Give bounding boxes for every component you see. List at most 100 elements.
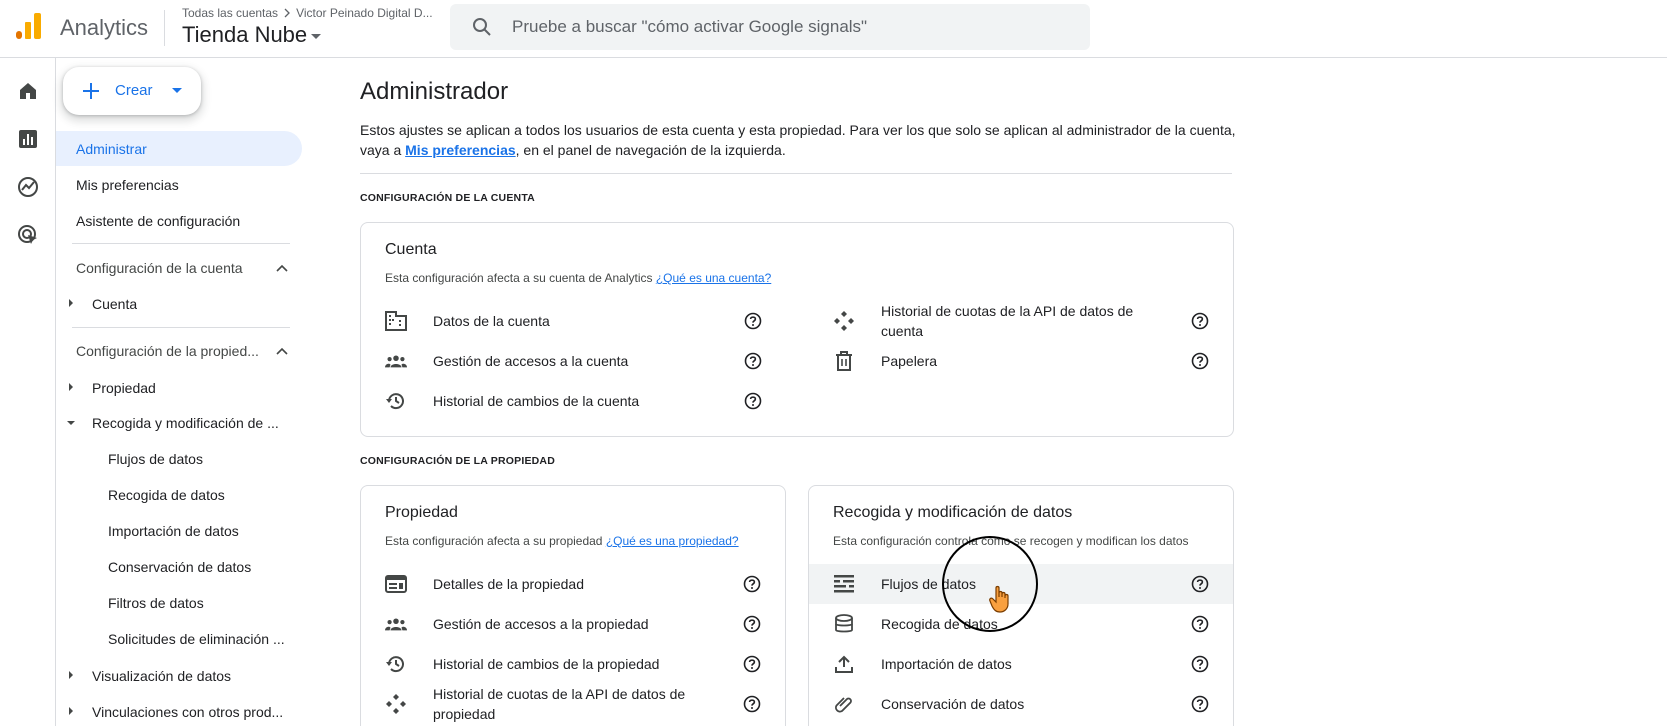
expand-vinculaciones-icon[interactable] bbox=[69, 707, 73, 715]
row-label: Historial de cuotas de la API de datos d… bbox=[433, 686, 686, 722]
chevron-up-icon[interactable] bbox=[276, 347, 288, 355]
expand-propiedad-icon[interactable] bbox=[69, 383, 73, 391]
nav-sub-solicitudes[interactable]: Solicitudes de eliminación ... bbox=[108, 631, 296, 647]
breadcrumb[interactable]: Todas las cuentas Victor Peinado Digital… bbox=[182, 6, 433, 20]
home-icon[interactable] bbox=[16, 79, 40, 103]
card-title: Propiedad bbox=[385, 504, 458, 521]
row-label: Detalles de la propiedad bbox=[433, 576, 584, 592]
nav-sub-importacion[interactable]: Importación de datos bbox=[108, 523, 239, 539]
help-icon[interactable] bbox=[743, 695, 761, 713]
help-icon[interactable] bbox=[1191, 615, 1209, 633]
top-bar: Analytics Todas las cuentas Victor Peina… bbox=[0, 0, 1667, 58]
nav-visualizacion[interactable]: Visualización de datos bbox=[92, 668, 231, 684]
data-streams-icon bbox=[833, 573, 855, 595]
que-es-cuenta-link[interactable]: ¿Qué es una cuenta? bbox=[656, 271, 771, 285]
chevron-right-icon bbox=[284, 8, 290, 18]
help-icon[interactable] bbox=[743, 615, 761, 633]
row-papelera[interactable]: Papelera bbox=[809, 341, 1233, 381]
nav-cuenta[interactable]: Cuenta bbox=[92, 296, 137, 312]
advertising-icon[interactable] bbox=[16, 223, 40, 247]
row-label: Gestión de accesos a la propiedad bbox=[433, 616, 649, 632]
desc-text-end: , en el panel de navegación de la izquie… bbox=[515, 142, 786, 158]
help-icon[interactable] bbox=[1191, 575, 1209, 593]
card-sub-text: Esta configuración afecta a su propiedad bbox=[385, 534, 606, 548]
caret-down-icon bbox=[311, 34, 322, 39]
property-name: Tienda Nube bbox=[182, 22, 308, 47]
history-icon bbox=[385, 653, 407, 675]
mis-preferencias-link[interactable]: Mis preferencias bbox=[405, 142, 516, 158]
help-icon[interactable] bbox=[1191, 352, 1209, 370]
row-label: Historial de cuotas de la API de datos d… bbox=[881, 303, 1134, 339]
nav-recogida-modificacion[interactable]: Recogida y modificación de ... bbox=[92, 415, 290, 431]
nav-sub-conservacion[interactable]: Conservación de datos bbox=[108, 559, 251, 575]
click-highlight-circle bbox=[942, 536, 1038, 632]
nav-sub-flujos[interactable]: Flujos de datos bbox=[108, 451, 203, 467]
nav-administrar[interactable]: Administrar bbox=[76, 141, 147, 157]
help-icon[interactable] bbox=[744, 352, 762, 370]
reports-icon[interactable] bbox=[16, 127, 40, 151]
page-title: Administrador bbox=[360, 78, 509, 105]
search-input[interactable] bbox=[512, 4, 1072, 50]
property-selector[interactable]: Tienda Nube bbox=[182, 22, 322, 48]
help-icon[interactable] bbox=[744, 392, 762, 410]
collapse-recogida-icon[interactable] bbox=[67, 421, 75, 425]
create-label: Crear bbox=[115, 82, 153, 99]
row-historial-cuotas-api-cuenta[interactable]: Historial de cuotas de la API de datos d… bbox=[809, 301, 1233, 341]
nav-config-propiedad[interactable]: Configuración de la propied... bbox=[76, 343, 272, 359]
create-dropdown-icon[interactable] bbox=[172, 88, 182, 93]
history-icon bbox=[385, 390, 407, 412]
section-label-cuenta: CONFIGURACIÓN DE LA CUENTA bbox=[360, 192, 535, 204]
group-icon bbox=[385, 350, 407, 372]
breadcrumb-account[interactable]: Victor Peinado Digital D... bbox=[296, 6, 433, 20]
analytics-logo-icon bbox=[16, 13, 41, 39]
row-detalles-propiedad[interactable]: Detalles de la propiedad bbox=[361, 564, 785, 604]
row-importacion-datos[interactable]: Importación de datos bbox=[809, 644, 1233, 684]
trash-icon bbox=[833, 350, 855, 372]
building-icon bbox=[385, 310, 407, 332]
explore-icon[interactable] bbox=[16, 175, 40, 199]
row-label: Gestión de accesos a la cuenta bbox=[433, 353, 629, 369]
row-datos-cuenta[interactable]: Datos de la cuenta bbox=[361, 301, 791, 341]
main-divider bbox=[360, 173, 1232, 174]
nav-sub-filtros[interactable]: Filtros de datos bbox=[108, 595, 204, 611]
row-gestion-accesos-propiedad[interactable]: Gestión de accesos a la propiedad bbox=[361, 604, 785, 644]
expand-cuenta-icon[interactable] bbox=[69, 299, 73, 307]
nav-asistente[interactable]: Asistente de configuración bbox=[76, 213, 240, 229]
help-icon[interactable] bbox=[1191, 695, 1209, 713]
row-historial-cambios-propiedad[interactable]: Historial de cambios de la propiedad bbox=[361, 644, 785, 684]
row-conservacion-datos[interactable]: Conservación de datos bbox=[809, 684, 1233, 724]
card-title: Recogida y modificación de datos bbox=[833, 504, 1073, 521]
row-label: Historial de cambios de la cuenta bbox=[433, 393, 640, 409]
api-icon bbox=[833, 310, 855, 332]
expand-visualizacion-icon[interactable] bbox=[69, 671, 73, 679]
row-historial-cambios-cuenta[interactable]: Historial de cambios de la cuenta bbox=[361, 381, 791, 421]
search-bar[interactable] bbox=[450, 4, 1090, 50]
card-cuenta: Cuenta Esta configuración afecta a su cu… bbox=[360, 222, 1234, 437]
row-historial-cuotas-api-propiedad[interactable]: Historial de cuotas de la API de datos d… bbox=[361, 684, 785, 724]
help-icon[interactable] bbox=[1191, 312, 1209, 330]
help-icon[interactable] bbox=[743, 655, 761, 673]
row-label: Papelera bbox=[881, 353, 938, 369]
hand-cursor-icon bbox=[989, 585, 1009, 613]
nav-propiedad[interactable]: Propiedad bbox=[92, 380, 156, 396]
help-icon[interactable] bbox=[1191, 655, 1209, 673]
nav-sub-recogida[interactable]: Recogida de datos bbox=[108, 487, 225, 503]
nav-vinculaciones[interactable]: Vinculaciones con otros prod... bbox=[92, 704, 298, 720]
row-gestion-accesos-cuenta[interactable]: Gestión de accesos a la cuenta bbox=[361, 341, 791, 381]
chevron-up-icon[interactable] bbox=[276, 264, 288, 272]
page-description: Estos ajustes se aplican a todos los usu… bbox=[360, 120, 1240, 160]
attachment-icon bbox=[833, 693, 855, 715]
row-label: Datos de la cuenta bbox=[433, 313, 550, 329]
group-icon bbox=[385, 613, 407, 635]
breadcrumb-all-accounts[interactable]: Todas las cuentas bbox=[182, 6, 278, 20]
web-details-icon bbox=[385, 573, 407, 595]
nav-config-cuenta[interactable]: Configuración de la cuenta bbox=[76, 260, 276, 276]
upload-icon bbox=[833, 653, 855, 675]
que-es-propiedad-link[interactable]: ¿Qué es una propiedad? bbox=[606, 534, 739, 548]
row-label: Historial de cambios de la propiedad bbox=[433, 656, 660, 672]
header-divider bbox=[164, 10, 165, 46]
help-icon[interactable] bbox=[743, 575, 761, 593]
help-icon[interactable] bbox=[744, 312, 762, 330]
nav-mis-preferencias[interactable]: Mis preferencias bbox=[76, 177, 179, 193]
card-sub-text: Esta configuración afecta a su cuenta de… bbox=[385, 271, 656, 285]
